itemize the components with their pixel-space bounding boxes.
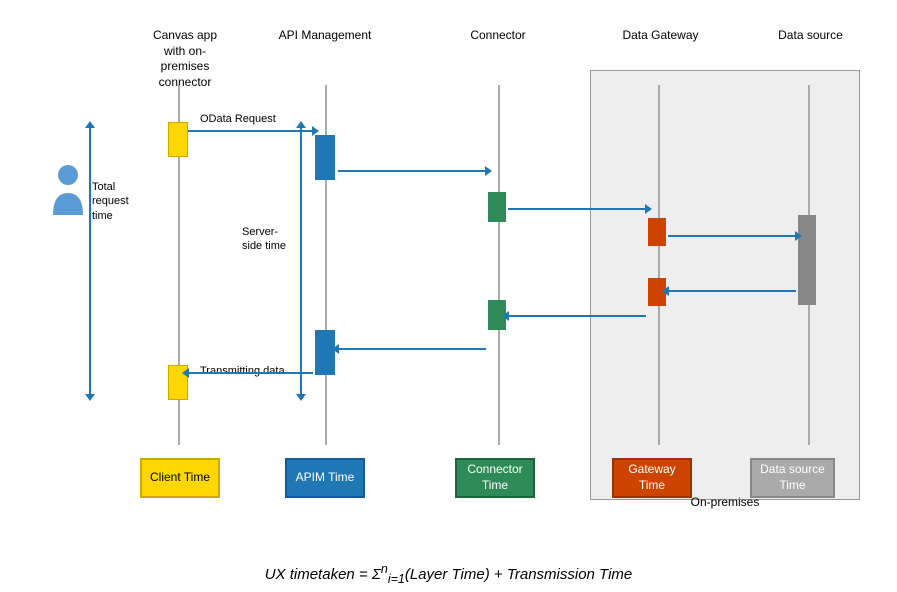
- col-line-gateway: [658, 85, 660, 445]
- legend-client-time: Client Time: [140, 458, 220, 498]
- arrow-connector-gateway: [508, 208, 646, 210]
- client-block-top: [168, 122, 188, 157]
- arrow-apim-connector: [338, 170, 486, 172]
- arrow-apim-canvas-return: [188, 372, 313, 374]
- arrow-datasource-gateway-return: [668, 290, 796, 292]
- legend-gateway-time: GatewayTime: [612, 458, 692, 498]
- server-side-arrow: [300, 127, 302, 395]
- formula-text: UX timetaken = Σni=1(Layer Time) + Trans…: [0, 562, 897, 586]
- odata-request-label: OData Request: [200, 113, 276, 125]
- arrow-canvas-apim: [188, 130, 313, 132]
- transmitting-data-label: Transmitting data: [200, 365, 285, 377]
- main-container: Canvas appwith on-premisesconnector API …: [0, 0, 897, 592]
- arrow-connector-apim-return: [338, 348, 486, 350]
- col-header-gateway: Data Gateway: [618, 28, 703, 44]
- person-icon: [48, 165, 88, 220]
- arrow-gateway-connector-return: [508, 315, 646, 317]
- legend-connector-time: ConnectorTime: [455, 458, 535, 498]
- on-premises-area: [590, 70, 860, 500]
- gateway-block-top: [648, 218, 666, 246]
- server-side-label: Server-side time: [242, 225, 297, 254]
- legend-apim-time: APIM Time: [285, 458, 365, 498]
- diagram: Canvas appwith on-premisesconnector API …: [20, 10, 875, 520]
- col-header-datasource: Data source: [768, 28, 853, 44]
- col-header-canvas: Canvas appwith on-premisesconnector: [140, 28, 230, 90]
- col-line-connector: [498, 85, 500, 445]
- legend-datasource-time: Data sourceTime: [750, 458, 835, 498]
- total-request-label: Totalrequesttime: [92, 180, 147, 223]
- col-header-apim: API Management: [275, 28, 375, 44]
- apim-block-top: [315, 135, 335, 180]
- total-request-arrow: [89, 127, 91, 395]
- col-header-connector: Connector: [458, 28, 538, 44]
- connector-block-top: [488, 192, 506, 222]
- datasource-block: [798, 215, 816, 305]
- arrow-gateway-datasource: [668, 235, 796, 237]
